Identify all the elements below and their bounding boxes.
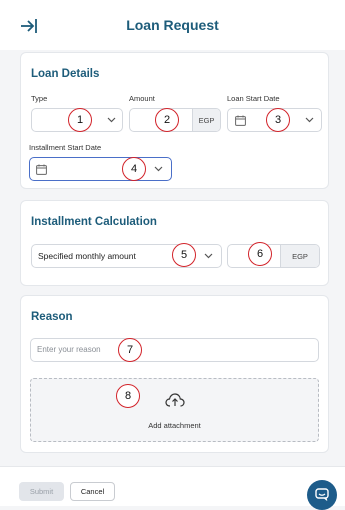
reason-input[interactable]: Enter your reason xyxy=(30,338,319,362)
calendar-icon xyxy=(36,164,47,175)
chat-icon xyxy=(315,488,329,501)
annotation-badge-2: 2 xyxy=(155,108,179,132)
installment-start-date-label: Installment Start Date xyxy=(29,143,102,152)
type-label: Type xyxy=(31,94,48,103)
loan-start-date-label: Loan Start Date xyxy=(227,94,280,103)
annotation-badge-4: 4 xyxy=(122,157,146,181)
currency-addon: EGP xyxy=(280,245,319,267)
annotation-badge-8: 8 xyxy=(116,384,140,408)
calendar-icon xyxy=(235,115,246,126)
calculation-method-value: Specified monthly amount xyxy=(38,251,136,261)
currency-addon: EGP xyxy=(192,109,220,131)
submit-button[interactable]: Submit xyxy=(19,482,64,501)
chevron-down-icon xyxy=(107,117,116,123)
installment-amount-input[interactable]: EGP xyxy=(227,244,320,268)
annotation-badge-5: 5 xyxy=(172,243,196,267)
cloud-upload-icon xyxy=(165,393,185,407)
add-attachment-label: Add attachment xyxy=(148,421,201,430)
reason-card: Reason Enter your reason Add attachment xyxy=(20,295,329,453)
annotation-badge-7: 7 xyxy=(118,338,142,362)
installment-calculation-title: Installment Calculation xyxy=(31,216,157,228)
loan-details-title: Loan Details xyxy=(31,68,100,80)
reason-title: Reason xyxy=(31,311,73,323)
chevron-down-icon xyxy=(204,253,213,259)
app-header: Loan Request xyxy=(0,0,345,50)
annotation-badge-6: 6 xyxy=(248,242,272,266)
page-title: Loan Request xyxy=(126,17,219,33)
chat-launcher-button[interactable] xyxy=(307,480,337,510)
attachment-dropzone[interactable]: Add attachment xyxy=(30,378,319,442)
chevron-down-icon xyxy=(154,166,163,172)
installment-calculation-card: Installment Calculation Specified monthl… xyxy=(20,200,329,286)
annotation-badge-1: 1 xyxy=(68,108,92,132)
annotation-badge-3: 3 xyxy=(266,108,290,132)
reason-placeholder: Enter your reason xyxy=(37,345,101,354)
amount-label: Amount xyxy=(129,94,155,103)
installment-start-date-picker[interactable] xyxy=(29,157,172,181)
cancel-button[interactable]: Cancel xyxy=(70,482,115,501)
chevron-down-icon xyxy=(305,117,314,123)
